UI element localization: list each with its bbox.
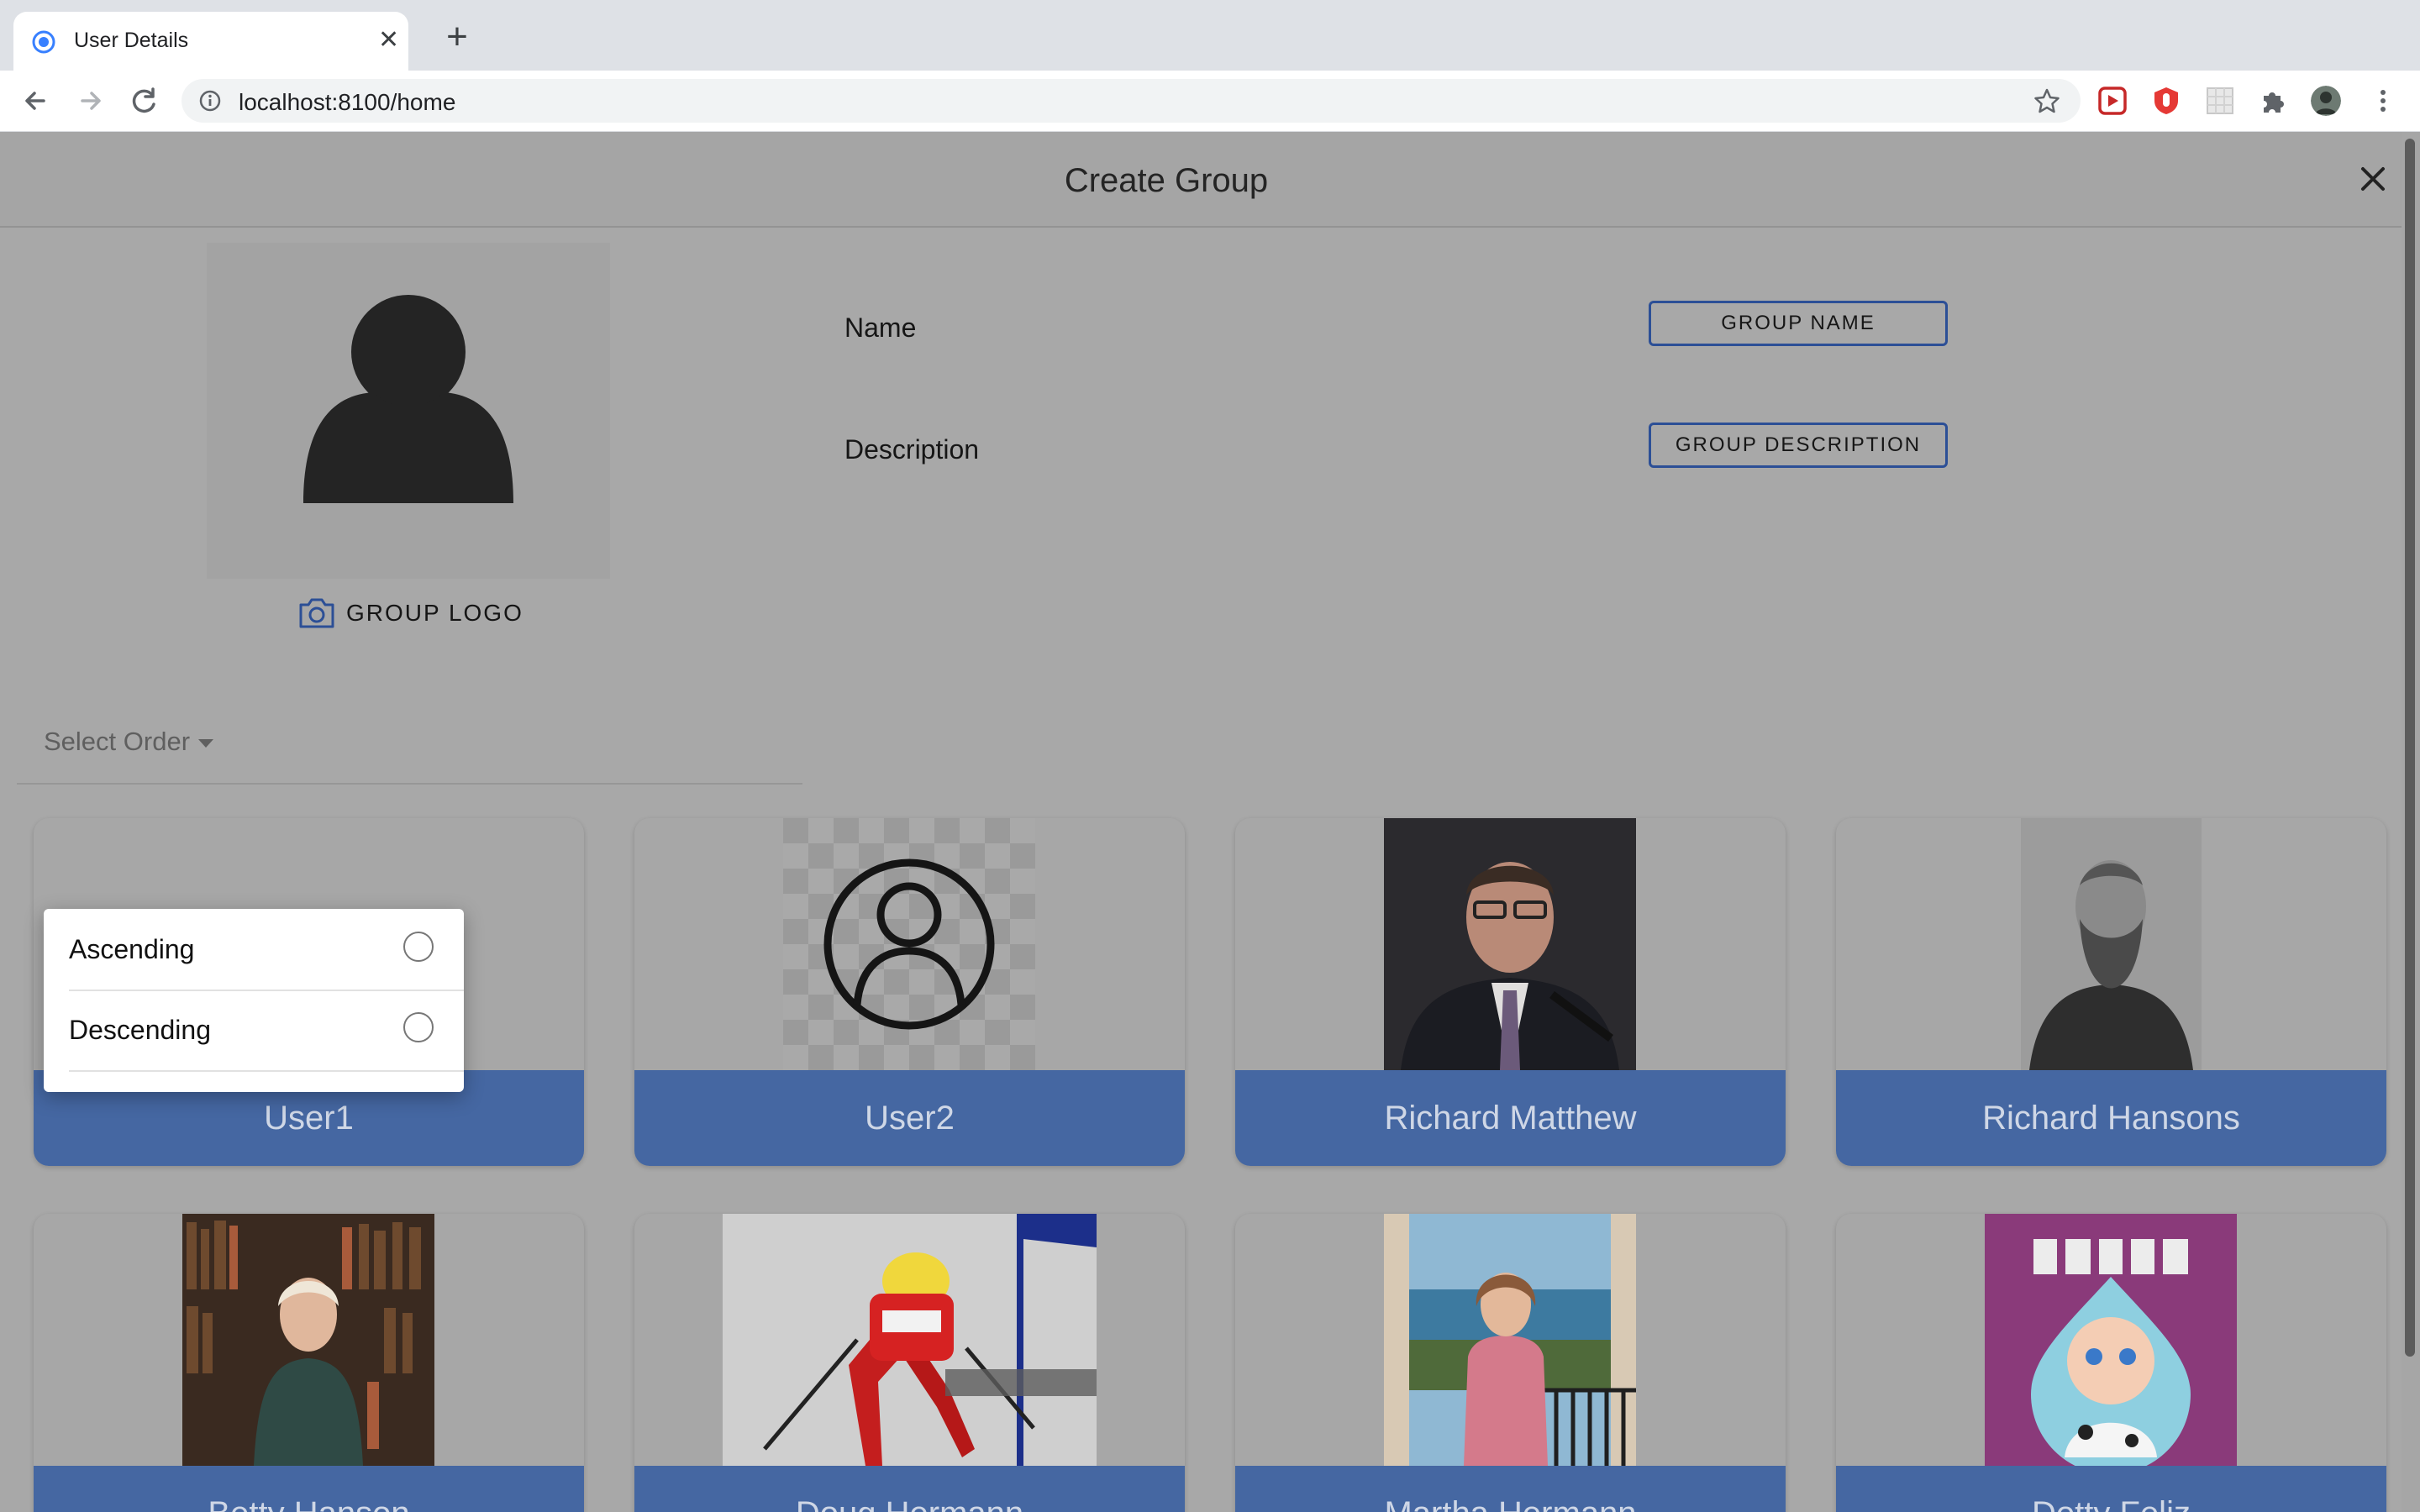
user-card[interactable]: User2 bbox=[634, 818, 1185, 1166]
user-card[interactable]: Martha Hermann bbox=[1235, 1214, 1786, 1512]
site-info-icon[interactable] bbox=[198, 89, 222, 113]
browser-toolbar: localhost:8100/home bbox=[0, 71, 2420, 132]
group-name-button[interactable]: GROUP NAME bbox=[1649, 301, 1948, 346]
tab-title: User Details bbox=[74, 29, 189, 52]
group-logo-label: GROUP LOGO bbox=[346, 600, 523, 626]
option-label: Ascending bbox=[69, 934, 195, 964]
user-card[interactable]: Betty Hanson bbox=[34, 1214, 584, 1512]
user-card[interactable]: Doug Hermann bbox=[634, 1214, 1185, 1512]
select-underline bbox=[17, 783, 802, 785]
user-name: Doug Hermann bbox=[634, 1466, 1185, 1512]
close-icon[interactable] bbox=[2354, 160, 2391, 197]
order-dropdown-popover: Ascending Descending bbox=[44, 909, 464, 1092]
extensions-puzzle-icon[interactable] bbox=[2259, 86, 2289, 116]
order-select[interactable]: Select Order bbox=[44, 727, 214, 757]
user-photo bbox=[2021, 818, 2202, 1070]
create-group-modal: Create Group GROUP LOGO Name GROUP NAME … bbox=[0, 132, 2420, 1512]
bookmark-star-icon[interactable] bbox=[2033, 87, 2060, 114]
browser-tabstrip: User Details ✕ + bbox=[0, 0, 2420, 71]
user-name: Richard Hansons bbox=[1836, 1070, 2386, 1166]
user-name: User2 bbox=[634, 1070, 1185, 1166]
scrollbar-thumb[interactable] bbox=[2405, 139, 2415, 1357]
camera-icon bbox=[299, 598, 334, 628]
back-arrow-icon[interactable] bbox=[17, 82, 54, 119]
name-label: Name bbox=[844, 312, 917, 343]
order-option-ascending[interactable]: Ascending bbox=[69, 909, 464, 991]
order-option-descending[interactable]: Descending bbox=[69, 990, 464, 1072]
user-name: Martha Hermann bbox=[1235, 1466, 1786, 1512]
user-photo bbox=[723, 1214, 1097, 1466]
option-label: Descending bbox=[69, 1015, 211, 1045]
user-name: Dotty Feliz bbox=[1836, 1466, 2386, 1512]
modal-header: Create Group bbox=[0, 132, 2402, 228]
new-tab-button[interactable]: + bbox=[440, 18, 474, 55]
url-text[interactable]: localhost:8100/home bbox=[239, 89, 455, 116]
user-card[interactable]: Dotty Feliz bbox=[1836, 1214, 2386, 1512]
user-photo bbox=[1985, 1214, 2237, 1466]
modal-title: Create Group bbox=[1064, 162, 1269, 199]
radio-button[interactable] bbox=[403, 1012, 434, 1042]
reload-icon[interactable] bbox=[126, 82, 163, 119]
browser-menu-icon[interactable] bbox=[2368, 86, 2398, 116]
group-logo-preview bbox=[207, 243, 610, 579]
scrollbar[interactable] bbox=[2402, 132, 2420, 1512]
user-photo bbox=[1384, 1214, 1636, 1466]
address-bar[interactable]: localhost:8100/home bbox=[182, 79, 2081, 123]
browser-tab[interactable]: User Details ✕ bbox=[13, 12, 408, 71]
extension-media-icon[interactable] bbox=[2097, 86, 2128, 116]
user-name: Betty Hanson bbox=[34, 1466, 584, 1512]
tab-close-icon[interactable]: ✕ bbox=[378, 25, 399, 55]
user-photo bbox=[1384, 818, 1636, 1070]
description-label: Description bbox=[844, 434, 980, 465]
person-silhouette-icon bbox=[303, 295, 513, 503]
extension-grid-icon[interactable] bbox=[2205, 86, 2235, 116]
user-card[interactable]: Richard Matthew bbox=[1235, 818, 1786, 1166]
group-logo-button[interactable]: GROUP LOGO bbox=[297, 595, 523, 632]
user-photo bbox=[182, 1214, 434, 1466]
user-card[interactable]: Richard Hansons bbox=[1836, 818, 2386, 1166]
user-name: Richard Matthew bbox=[1235, 1070, 1786, 1166]
forward-arrow-icon[interactable] bbox=[72, 82, 109, 119]
radio-button[interactable] bbox=[403, 932, 434, 962]
extension-adblock-icon[interactable] bbox=[2151, 86, 2181, 116]
account-circle-image bbox=[783, 818, 1035, 1070]
profile-avatar-icon[interactable] bbox=[2311, 86, 2341, 116]
order-select-placeholder: Select Order bbox=[44, 727, 191, 756]
caret-down-icon bbox=[198, 739, 214, 748]
group-description-button[interactable]: GROUP DESCRIPTION bbox=[1649, 423, 1948, 468]
app-favicon-icon bbox=[32, 30, 55, 54]
